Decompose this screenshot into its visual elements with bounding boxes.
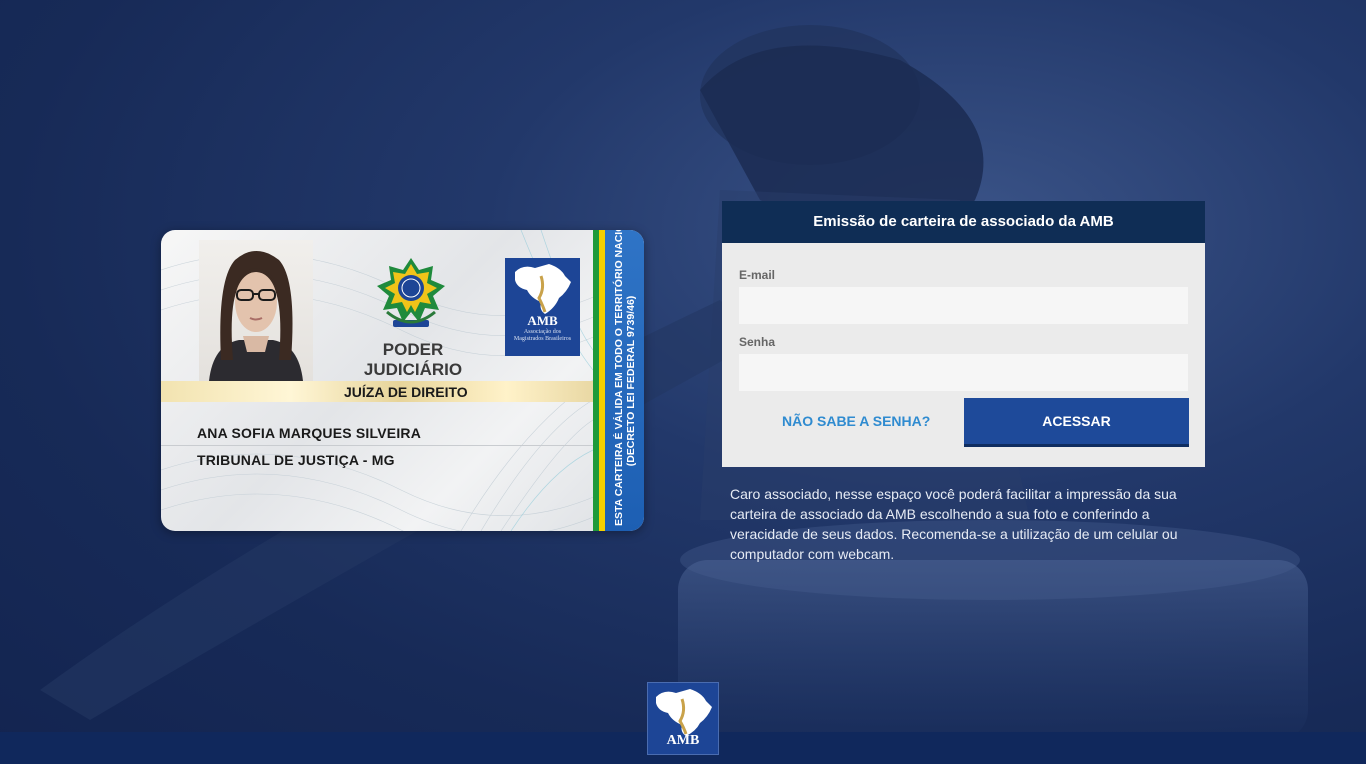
card-org-title: PODER JUDICIÁRIO	[363, 340, 463, 379]
email-input[interactable]	[739, 287, 1188, 324]
amb-card-logo: AMB Associação dos Magistrados Brasileir…	[505, 258, 580, 356]
amb-footer-logo-text: AMB	[666, 733, 700, 748]
forgot-password-link[interactable]: NÃO SABE A SENHA?	[782, 413, 930, 429]
card-validity-text: ESTA CARTEIRA É VÁLIDA EM TODO O TERRITÓ…	[605, 230, 644, 531]
amb-card-logo-text: AMB	[527, 313, 558, 328]
brazil-map-icon	[656, 689, 712, 736]
validity-line-1: ESTA CARTEIRA É VÁLIDA EM TODO O TERRITÓ…	[612, 230, 625, 526]
member-court: TRIBUNAL DE JUSTIÇA - MG	[197, 452, 395, 468]
email-label: E-mail	[739, 268, 776, 282]
password-input[interactable]	[739, 354, 1188, 391]
member-role: JUÍZA DE DIREITO	[344, 384, 468, 400]
submit-button[interactable]: ACESSAR	[964, 398, 1189, 447]
card-divider	[161, 445, 593, 446]
login-panel-title: Emissão de carteira de associado da AMB	[722, 201, 1205, 243]
amb-card-logo-subtext: Associação dos Magistrados Brasileiros	[513, 329, 572, 342]
member-photo	[199, 240, 313, 381]
member-name: ANA SOFIA MARQUES SILVEIRA	[197, 425, 422, 441]
amb-footer-logo[interactable]: AMB	[647, 682, 719, 755]
member-id-card: PODER JUDICIÁRIO AMB Associação dos Magi…	[161, 230, 644, 531]
brazil-map-icon	[515, 264, 571, 314]
validity-line-2: (DECRETO LEI FEDERAL 9739/46)	[624, 295, 637, 466]
brazil-coat-of-arms-icon	[377, 258, 445, 327]
info-text: Caro associado, nesse espaço você poderá…	[730, 486, 1178, 562]
login-panel: Emissão de carteira de associado da AMB …	[722, 201, 1205, 467]
password-label: Senha	[739, 335, 776, 349]
